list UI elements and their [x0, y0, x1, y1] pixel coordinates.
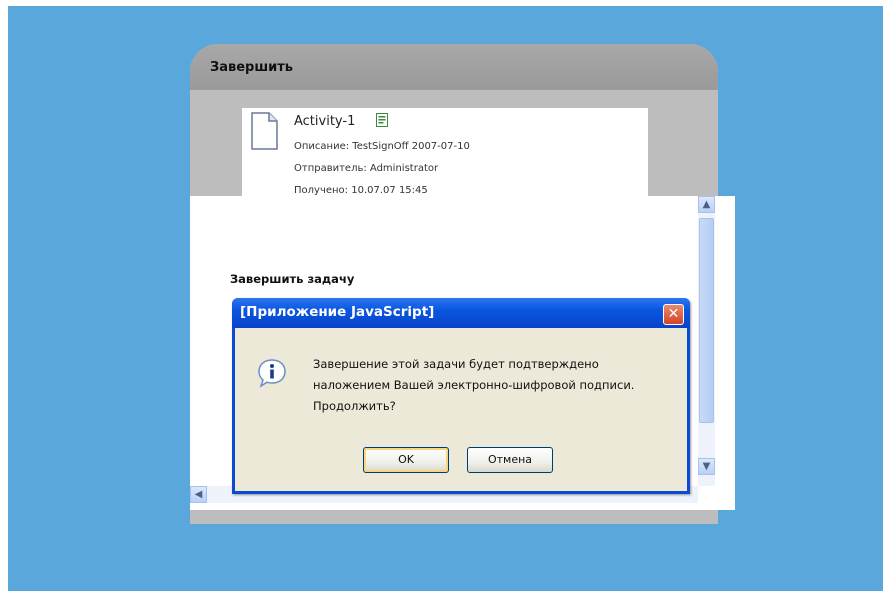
received-label: Получено:	[294, 185, 349, 196]
close-button[interactable]: ✕	[663, 304, 684, 325]
dialog-title: [Приложение JavaScript]	[240, 304, 435, 320]
dialog-titlebar[interactable]: [Приложение JavaScript] ✕	[232, 298, 690, 328]
close-icon: ✕	[667, 306, 680, 322]
description-row: Описание: TestSignOff 2007-07-10	[294, 141, 470, 152]
dialog-body: Завершение этой задачи будет подтвержден…	[235, 328, 687, 491]
panel-title: Завершить	[210, 60, 294, 75]
vertical-scroll-thumb[interactable]	[699, 218, 714, 423]
sender-value: Administrator	[369, 163, 439, 174]
message-line: наложением Вашей электронно-шифровой под…	[313, 378, 635, 392]
sender-row: Отправитель: Administrator	[294, 163, 438, 174]
panel-header: Завершить	[190, 44, 718, 90]
info-icon	[258, 359, 286, 388]
vertical-scrollbar[interactable]: ▲ ▼	[698, 196, 715, 486]
message-line: Завершение этой задачи будет подтвержден…	[313, 357, 599, 371]
dialog-message: Завершение этой задачи будет подтвержден…	[313, 354, 673, 417]
activity-info-card: Activity-1 Описание: TestSignOff 2007-07…	[242, 108, 648, 200]
activity-name[interactable]: Activity-1	[294, 114, 355, 129]
sender-label: Отправитель:	[294, 163, 367, 174]
attachment-icon[interactable]	[376, 113, 388, 127]
received-row: Получено: 10.07.07 15:45	[294, 185, 428, 196]
message-line: Продолжить?	[313, 399, 396, 413]
document-icon	[251, 112, 278, 150]
scroll-up-button[interactable]: ▲	[698, 196, 715, 213]
ok-button[interactable]: OK	[363, 447, 449, 473]
cancel-button[interactable]: Отмена	[467, 447, 553, 473]
scroll-down-button[interactable]: ▼	[698, 458, 715, 475]
description-label: Описание:	[294, 141, 350, 152]
scroll-left-button[interactable]: ◀	[190, 486, 207, 503]
section-title: Завершить задачу	[230, 272, 355, 286]
javascript-alert-dialog: [Приложение JavaScript] ✕ Завершение это…	[232, 298, 690, 494]
description-value: TestSignOff 2007-07-10	[352, 141, 470, 152]
received-value: 10.07.07 15:45	[351, 185, 428, 196]
